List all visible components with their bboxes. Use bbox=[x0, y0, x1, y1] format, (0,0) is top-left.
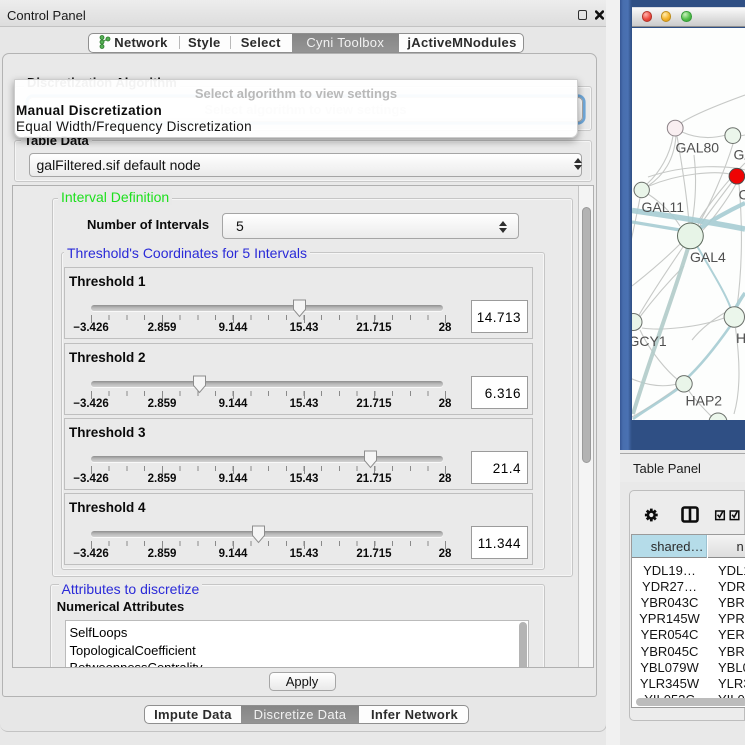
svg-text:C: C bbox=[739, 187, 745, 203]
svg-text:GCY1: GCY1 bbox=[632, 333, 667, 349]
svg-text:HAP2: HAP2 bbox=[686, 393, 723, 409]
svg-text:GAL80: GAL80 bbox=[676, 140, 720, 156]
svg-text:GAL11: GAL11 bbox=[642, 199, 685, 215]
svg-text:H: H bbox=[736, 330, 745, 346]
svg-text:GA: GA bbox=[734, 147, 745, 163]
svg-text:GAL4: GAL4 bbox=[690, 249, 726, 265]
